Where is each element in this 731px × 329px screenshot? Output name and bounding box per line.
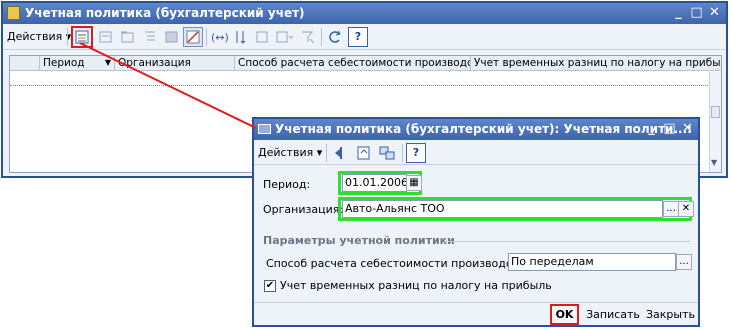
column-header-period[interactable]: Период ▼ xyxy=(40,56,115,71)
folder-icon xyxy=(7,6,20,20)
edit-icon[interactable] xyxy=(183,27,203,47)
actions-menu-label: Действия xyxy=(7,30,63,43)
toolbar-separator xyxy=(321,28,322,46)
toolbar-separator xyxy=(206,28,207,46)
main-window-titlebar[interactable]: Учетная политика (бухгалтерский учет) _ … xyxy=(3,3,726,24)
main-window-title: Учетная политика (бухгалтерский учет) xyxy=(25,6,305,20)
close-button[interactable]: ✕ xyxy=(707,6,722,20)
toolbar-separator xyxy=(326,144,327,162)
form-icon xyxy=(258,124,271,134)
organization-select-button[interactable]: ... xyxy=(663,201,679,217)
period-label: Период: xyxy=(263,178,311,191)
dialog-close-button[interactable]: ✕ xyxy=(680,122,695,136)
copy-icon[interactable] xyxy=(96,27,116,47)
clear-filter-icon[interactable] xyxy=(298,27,318,47)
help-icon[interactable]: ? xyxy=(348,27,368,47)
select-period-icon[interactable]: (↔) xyxy=(209,27,229,47)
organization-field[interactable]: Авто-Альянс ТОО xyxy=(342,200,663,218)
tax-diff-checkbox[interactable]: ✔ xyxy=(264,280,276,292)
ok-button[interactable]: OK xyxy=(550,304,579,325)
main-toolbar: Действия ▾ (↔) ? xyxy=(3,24,726,50)
toolbar-separator xyxy=(402,144,403,162)
vertical-scrollbar[interactable]: ▼ xyxy=(709,72,721,172)
save-button[interactable]: Записать xyxy=(584,305,642,324)
tax-diff-label: Учет временных разниц по налогу на прибы… xyxy=(280,279,552,292)
maximize-button[interactable]: □ xyxy=(689,6,704,20)
scrollbar-thumb[interactable] xyxy=(711,106,720,118)
sort-icon[interactable] xyxy=(231,27,251,47)
organization-label: Организация: xyxy=(263,203,344,216)
filter-icon[interactable] xyxy=(253,27,273,47)
sort-desc-icon: ▼ xyxy=(104,58,111,67)
add-group-icon[interactable] xyxy=(118,27,138,47)
calendar-icon[interactable]: ▦ xyxy=(406,175,422,191)
table-row[interactable] xyxy=(10,72,710,86)
dialog-footer: OK Записать Закрыть xyxy=(254,302,698,325)
move-icon[interactable] xyxy=(331,143,351,163)
column-header-tax-diff[interactable]: Учет временных разниц по налогу на прибы… xyxy=(471,56,721,71)
column-header-organization[interactable]: Организация xyxy=(115,56,235,71)
refresh-icon[interactable] xyxy=(325,27,345,47)
section-title: Параметры учетной политики xyxy=(263,234,455,247)
policy-dialog: Учетная политика (бухгалтерский учет): У… xyxy=(252,117,700,327)
cost-method-select-button[interactable]: ... xyxy=(676,254,692,270)
period-field[interactable]: 01.01.2006 xyxy=(342,174,408,192)
copy-doc-icon[interactable] xyxy=(354,143,374,163)
minimize-button[interactable]: _ xyxy=(671,6,686,20)
actions-menu[interactable]: Действия ▾ xyxy=(7,30,71,43)
hierarchy-icon[interactable] xyxy=(140,27,160,47)
table-header: Период ▼ Организация Способ расчета себес… xyxy=(10,56,721,71)
delete-icon[interactable] xyxy=(162,27,182,47)
dialog-actions-label: Действия xyxy=(258,146,314,159)
column-period-label: Период xyxy=(43,57,85,69)
dialog-help-icon[interactable]: ? xyxy=(406,143,426,163)
column-header-cost-method[interactable]: Способ расчета себестоимости производств… xyxy=(235,56,471,71)
add-icon[interactable] xyxy=(71,26,93,48)
toolbar-separator xyxy=(67,28,68,46)
cost-method-field[interactable]: По переделам xyxy=(508,253,676,271)
section-divider xyxy=(444,241,690,242)
dialog-title: Учетная политика (бухгалтерский учет): У… xyxy=(275,122,692,136)
close-form-button[interactable]: Закрыть xyxy=(645,305,695,324)
scroll-down-icon[interactable]: ▼ xyxy=(711,158,717,167)
organization-clear-button[interactable]: ✕ xyxy=(678,201,694,217)
dialog-minimize-button[interactable]: _ xyxy=(644,122,659,136)
cost-method-label: Способ расчета себестоимости производств… xyxy=(266,257,536,270)
dialog-maximize-button[interactable]: □ xyxy=(662,122,677,136)
column-header-icon xyxy=(10,56,40,71)
svg-text:(↔): (↔) xyxy=(211,31,228,44)
dialog-actions-menu[interactable]: Действия ▾ xyxy=(258,146,322,159)
dialog-toolbar: Действия ▾ ? xyxy=(254,140,698,165)
dialog-titlebar[interactable]: Учетная политика (бухгалтерский учет): У… xyxy=(254,119,698,140)
filter-list-icon[interactable] xyxy=(274,27,294,47)
structure-icon[interactable] xyxy=(377,143,397,163)
